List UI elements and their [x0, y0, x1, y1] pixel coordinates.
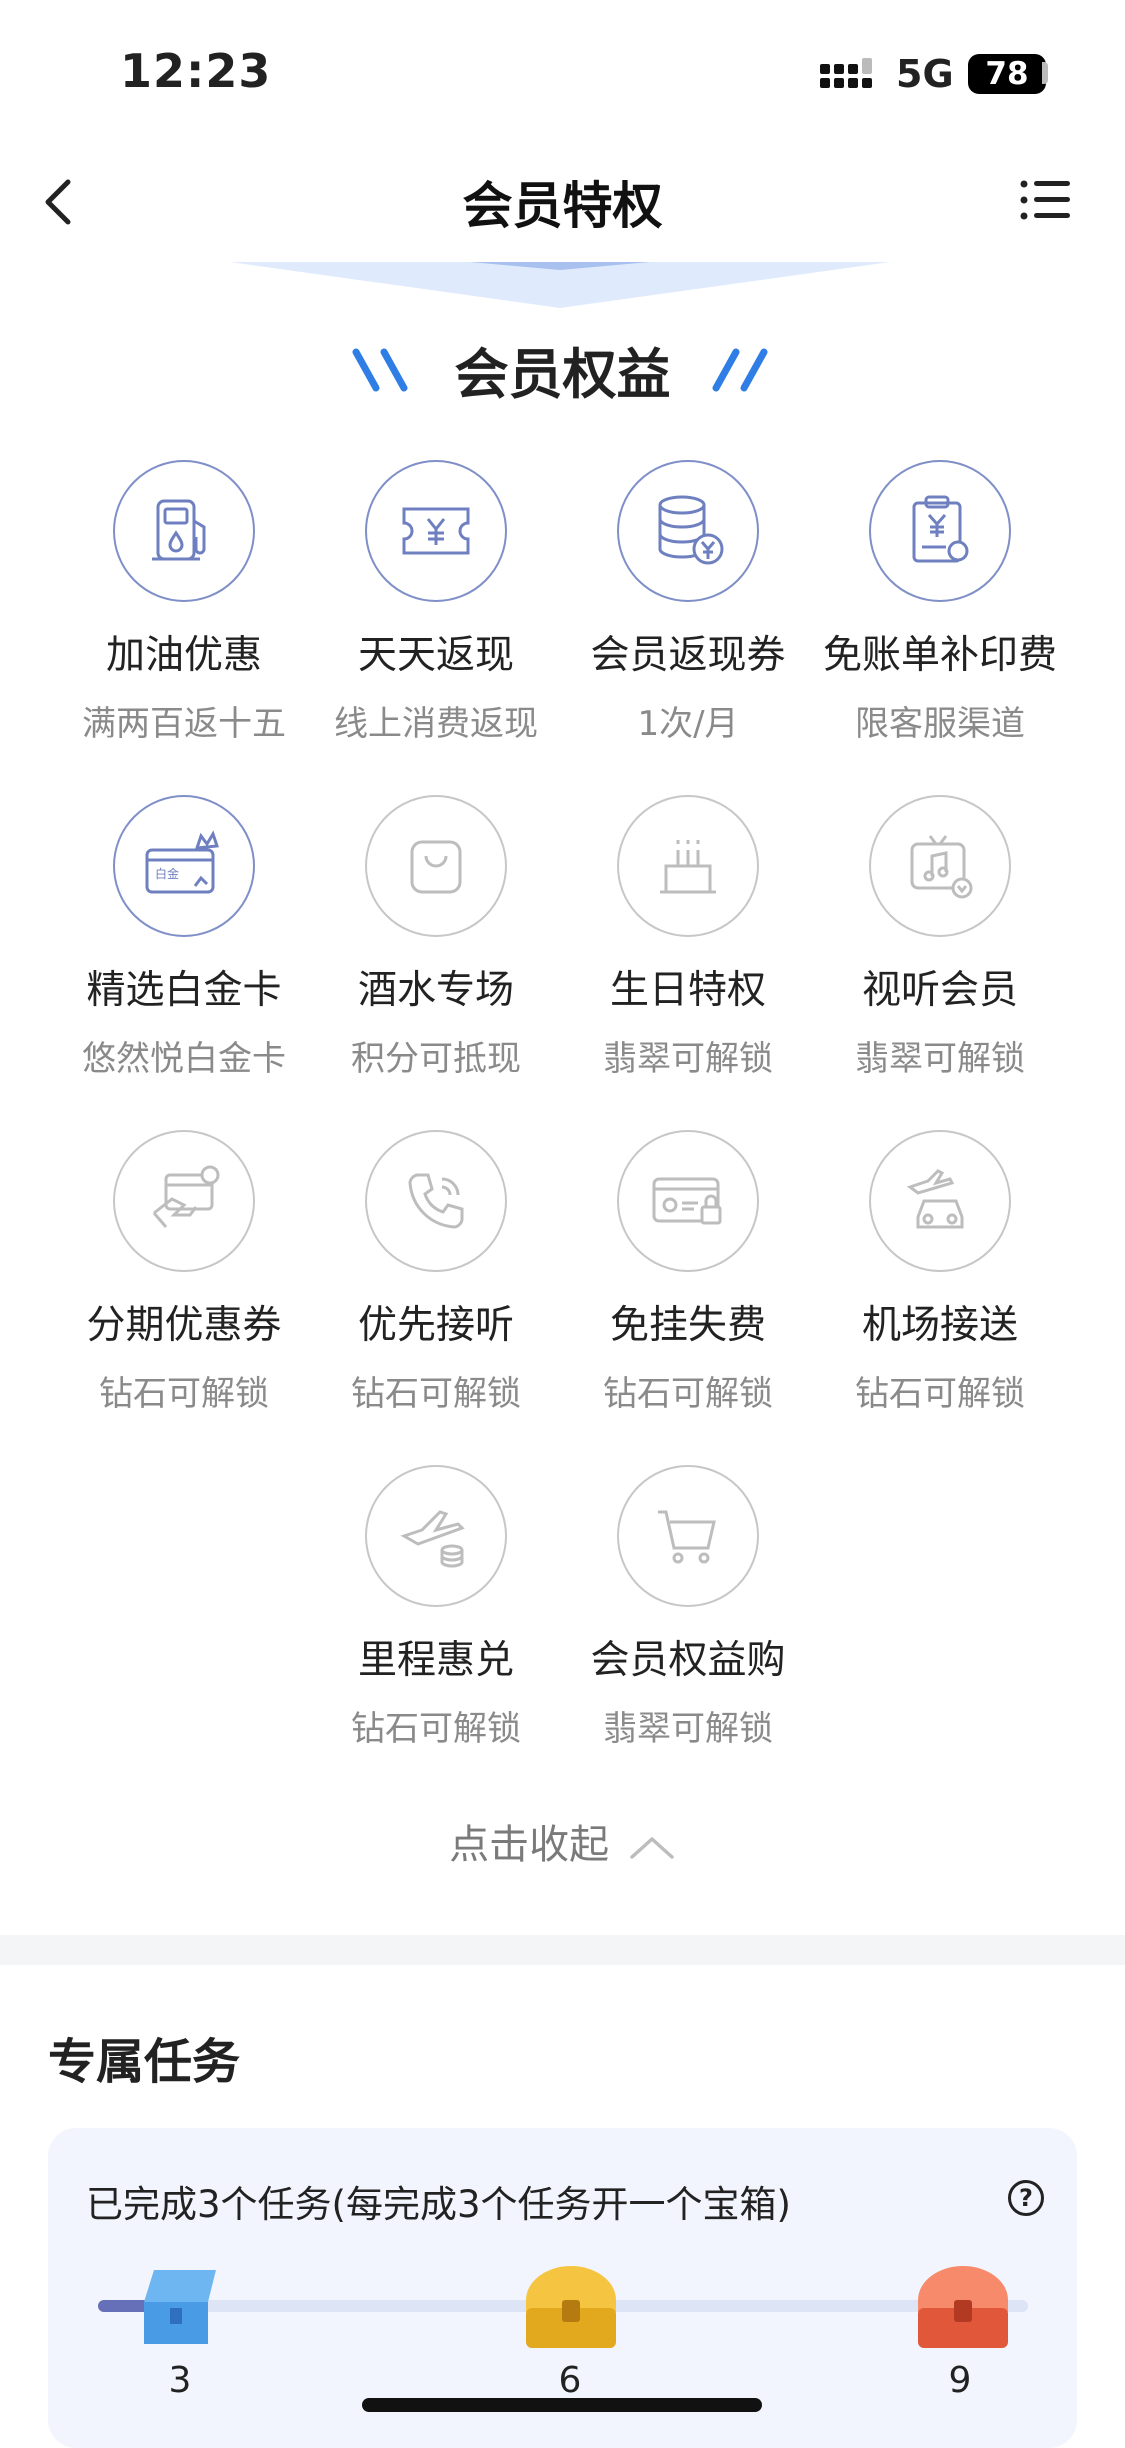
platinum-card-icon: 白金 [145, 830, 220, 894]
tv-music-icon [910, 835, 973, 899]
benefit-av-member[interactable]: 视听会员 翡翠可解锁 [814, 795, 1066, 1080]
benefit-icon-circle [617, 1130, 759, 1272]
plane-coins-icon [400, 1510, 465, 1568]
benefit-airport-transfer[interactable]: 机场接送 钻石可解锁 [814, 1130, 1066, 1415]
benefit-icon-circle [869, 795, 1011, 937]
treasure-chest-open-icon[interactable] [130, 2260, 230, 2350]
benefit-subtitle: 限客服渠道 [855, 704, 1025, 744]
benefit-title: 视听会员 [861, 968, 1018, 1013]
benefit-subtitle: 钻石可解锁 [351, 1374, 521, 1414]
benefit-subtitle: 钻石可解锁 [855, 1374, 1025, 1414]
status-time: 12:23 [120, 44, 272, 98]
benefit-platinum-card[interactable]: 白金 精选白金卡 悠然悦白金卡 [58, 795, 310, 1080]
signal-icon [820, 58, 872, 88]
title-slash-right-icon [712, 348, 768, 392]
benefit-cashback[interactable]: 天天返现 线上消费返现 [310, 460, 562, 745]
phone-icon [408, 1173, 464, 1229]
benefit-member-purchase[interactable]: 会员权益购 翡翠可解锁 [562, 1465, 814, 1750]
menu-list-icon[interactable] [1020, 178, 1072, 222]
collapse-label: 点击收起 [449, 1822, 610, 1868]
benefit-title: 加油优惠 [105, 633, 262, 678]
bill-clipboard-icon [912, 495, 969, 563]
benefit-title: 精选白金卡 [86, 968, 282, 1013]
benefit-icon-circle [617, 460, 759, 602]
benefit-bill[interactable]: 免账单补印费 限客服渠道 [814, 460, 1066, 745]
benefit-subtitle: 钻石可解锁 [603, 1374, 773, 1414]
benefit-title: 会员返现券 [590, 633, 786, 678]
benefit-icon-circle [365, 1130, 507, 1272]
benefit-title: 会员权益购 [590, 1638, 786, 1683]
benefit-icon-circle [365, 795, 507, 937]
benefit-subtitle: 悠然悦白金卡 [82, 1039, 286, 1079]
benefit-icon-circle: 白金 [113, 795, 255, 937]
ticket-yuan-icon [402, 507, 470, 555]
section-title: 会员权益 [454, 343, 671, 406]
battery-tip [1042, 62, 1048, 84]
status-bar: 12:23 5G 78 [0, 0, 1125, 140]
benefit-title: 免账单补印费 [822, 633, 1057, 678]
benefit-title: 酒水专场 [357, 968, 514, 1013]
benefit-icon-circle [617, 1465, 759, 1607]
benefit-icon-circle [113, 460, 255, 602]
benefit-icon-circle [365, 1465, 507, 1607]
benefit-subtitle: 积分可抵现 [351, 1039, 521, 1079]
benefit-icon-circle [365, 460, 507, 602]
card-text: 白金 [155, 866, 179, 881]
banner-decoration [230, 262, 890, 308]
birthday-cake-icon [660, 840, 716, 894]
battery-icon: 78 [968, 54, 1046, 94]
benefit-title: 优先接听 [357, 1303, 514, 1348]
benefit-loss-report[interactable]: 免挂失费 钻石可解锁 [562, 1130, 814, 1415]
benefit-subtitle: 钻石可解锁 [351, 1709, 521, 1749]
airport-car-icon [906, 1169, 964, 1229]
benefit-title: 天天返现 [357, 633, 514, 678]
fuel-pump-icon [152, 499, 206, 561]
benefit-title: 生日特权 [609, 968, 766, 1013]
coin-stack-yuan-icon [658, 495, 724, 565]
shopping-cart-icon [658, 1510, 716, 1564]
benefit-subtitle: 翡翠可解锁 [603, 1709, 773, 1749]
benefit-icon-circle [869, 460, 1011, 602]
benefit-coupon[interactable]: 会员返现券 1次/月 [562, 460, 814, 745]
benefit-subtitle: 满两百返十五 [82, 704, 286, 744]
card-hand-icon [152, 1165, 220, 1228]
card-lock-icon [652, 1177, 722, 1225]
section-divider [0, 1935, 1125, 1965]
benefit-title: 里程惠兑 [357, 1638, 514, 1683]
benefit-icon-circle [113, 1130, 255, 1272]
milestone-label: 3 [168, 2360, 192, 2401]
battery-level: 78 [985, 56, 1029, 92]
milestone-label: 9 [948, 2360, 972, 2401]
benefit-title: 分期优惠券 [86, 1303, 282, 1348]
task-description: 已完成3个任务(每完成3个任务开一个宝箱) [86, 2183, 791, 2226]
collapse-toggle[interactable]: 点击收起 [0, 1812, 1125, 1870]
benefit-subtitle: 线上消费返现 [334, 704, 538, 744]
benefit-icon-circle [617, 795, 759, 937]
benefit-fuel[interactable]: 加油优惠 满两百返十五 [58, 460, 310, 745]
tasks-title: 专属任务 [48, 2034, 241, 2090]
home-indicator [362, 2398, 762, 2412]
benefit-installment[interactable]: 分期优惠券 钻石可解锁 [58, 1130, 310, 1415]
benefit-subtitle: 翡翠可解锁 [855, 1039, 1025, 1079]
chevron-up-icon [630, 1837, 674, 1859]
benefit-subtitle: 钻石可解锁 [99, 1374, 269, 1414]
benefit-liquor[interactable]: 酒水专场 积分可抵现 [310, 795, 562, 1080]
benefit-birthday[interactable]: 生日特权 翡翠可解锁 [562, 795, 814, 1080]
treasure-chest-red-icon[interactable] [908, 2260, 1018, 2352]
help-icon[interactable]: ? [1008, 2180, 1044, 2216]
benefit-icon-circle [869, 1130, 1011, 1272]
benefit-title: 机场接送 [861, 1303, 1018, 1348]
benefit-subtitle: 翡翠可解锁 [603, 1039, 773, 1079]
benefit-title: 免挂失费 [609, 1303, 766, 1348]
benefit-subtitle: 1次/月 [637, 704, 739, 744]
nav-bar: 会员特权 [0, 150, 1125, 250]
network-label: 5G [896, 52, 954, 96]
treasure-chest-gold-icon[interactable] [516, 2260, 626, 2352]
benefit-mileage[interactable]: 里程惠兑 钻石可解锁 [310, 1465, 562, 1750]
page-title: 会员特权 [462, 177, 663, 235]
milestone-label: 6 [558, 2360, 582, 2401]
shopping-bag-icon [410, 840, 462, 894]
benefit-priority-answer[interactable]: 优先接听 钻石可解锁 [310, 1130, 562, 1415]
